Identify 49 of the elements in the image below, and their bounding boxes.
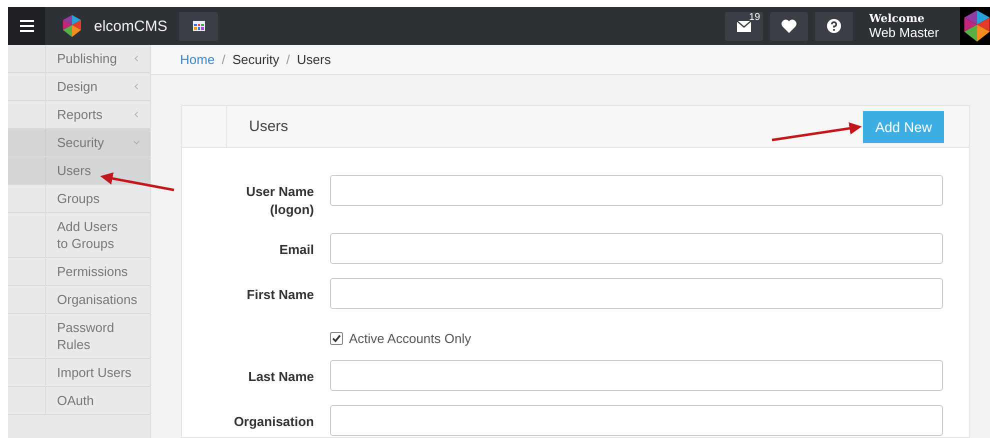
chevron-left-icon (133, 111, 140, 118)
sidebar-item[interactable]: Users (8, 157, 150, 185)
messages-button[interactable]: 19 (725, 12, 764, 40)
field-label: Last Name (248, 369, 314, 384)
message-count: 19 (749, 12, 760, 22)
panel-title: Users (249, 118, 288, 135)
field-label: First Name (246, 287, 314, 302)
breadcrumb-link[interactable]: Home (180, 52, 215, 67)
heart-icon (781, 19, 798, 33)
sidebar-item[interactable]: Publishing (8, 45, 150, 73)
envelope-icon (737, 20, 752, 32)
text-field[interactable] (330, 278, 943, 309)
user-name: Web Master (869, 26, 939, 40)
sidebar-item[interactable]: Reports (8, 101, 150, 129)
text-field[interactable] (330, 360, 943, 391)
add-new-button[interactable]: Add New (863, 110, 944, 142)
text-field[interactable] (330, 233, 943, 264)
logo-icon (60, 14, 84, 38)
favorites-button[interactable] (770, 12, 808, 40)
sidebar-item[interactable]: Groups (8, 185, 150, 213)
chevron-left-icon (133, 83, 140, 90)
brand-name: elcomCMS (94, 18, 168, 34)
chevron-down-icon (133, 139, 140, 146)
menu-icon[interactable] (20, 20, 34, 32)
checkbox-label: Active Accounts Only (349, 331, 472, 346)
help-button[interactable] (815, 12, 854, 40)
sidebar-item[interactable]: Import Users (8, 359, 150, 387)
help-icon (827, 19, 842, 33)
sidebar-item[interactable]: OAuth (8, 387, 150, 415)
field-label: Organisation (234, 414, 314, 429)
field-label: User Name (logon) (245, 183, 314, 219)
breadcrumb-item: Security (232, 52, 280, 67)
sidebar-item[interactable]: Permissions (8, 258, 150, 286)
sidebar-item[interactable]: Security (8, 129, 150, 157)
breadcrumb-separator: / (222, 52, 226, 67)
chevron-left-icon (133, 55, 140, 62)
welcome-label: Welcome (869, 12, 926, 26)
text-field[interactable] (330, 405, 943, 436)
breadcrumb-separator: / (286, 52, 290, 67)
grid-button[interactable] (179, 12, 218, 40)
grid-icon (192, 21, 205, 31)
sidebar-item[interactable]: Password Rules (8, 314, 150, 359)
checkbox[interactable] (330, 332, 343, 345)
text-field[interactable] (330, 175, 943, 206)
sidebar-item[interactable]: Design (8, 73, 150, 101)
sidebar-item[interactable]: Organisations (8, 286, 150, 314)
field-label: Email (279, 242, 314, 257)
breadcrumb-item: Users (296, 52, 331, 67)
sidebar-item[interactable]: Add Users to Groups (8, 213, 150, 258)
